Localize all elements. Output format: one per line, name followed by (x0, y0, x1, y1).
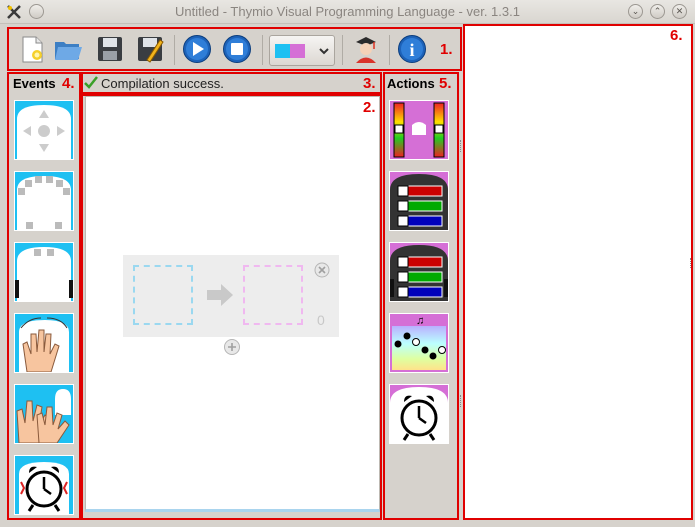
annotation-box-code (463, 24, 693, 520)
annotation-number: 5. (439, 75, 452, 92)
annotation-box-actions (383, 72, 459, 520)
window-title: Untitled - Thymio Visual Programming Lan… (175, 4, 520, 19)
close-window-button[interactable]: ✕ (672, 4, 687, 19)
title-bar: Untitled - Thymio Visual Programming Lan… (0, 0, 695, 24)
close-icon: ✕ (675, 6, 684, 16)
annotation-box-toolbar (7, 27, 462, 71)
window-menu-button[interactable]: ⌄ (628, 4, 643, 19)
annotation-box-scene (81, 94, 382, 520)
app-window: Untitled - Thymio Visual Programming Lan… (0, 0, 695, 527)
annotation-number: 6. (670, 27, 683, 44)
annotation-box-events (7, 72, 81, 520)
annotation-box-status (81, 72, 382, 94)
annotation-number: 3. (363, 75, 376, 92)
annotation-number: 4. (62, 75, 75, 92)
annotation-number: 1. (440, 41, 453, 58)
maximize-button[interactable]: ⌃ (650, 4, 665, 19)
annotation-number: 2. (363, 99, 376, 116)
chevron-down-icon: ⌄ (631, 6, 640, 16)
chevron-up-icon: ⌃ (653, 6, 662, 16)
